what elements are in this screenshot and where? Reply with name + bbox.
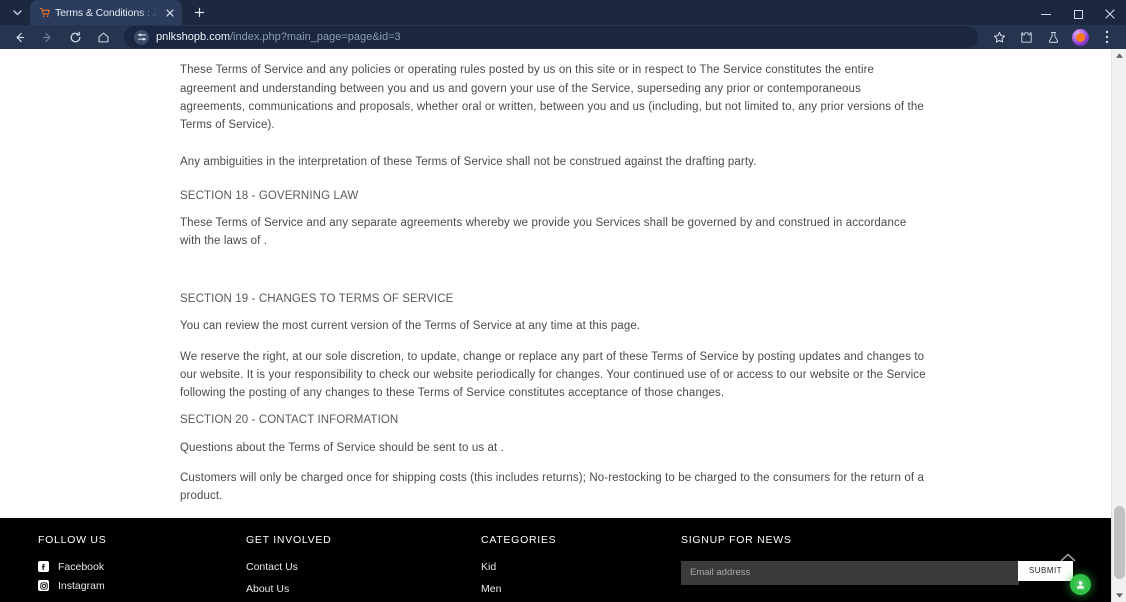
chat-bubble-icon[interactable] — [1070, 574, 1091, 595]
instagram-label: Instagram — [58, 579, 105, 592]
follow-us-heading: FOLLOW US — [38, 533, 107, 546]
footer-link-men[interactable]: Men — [481, 583, 681, 595]
footer-link-contact-us[interactable]: Contact Us — [246, 561, 481, 573]
new-tab-button[interactable] — [186, 1, 212, 25]
section-19-heading: SECTION 19 - CHANGES TO TERMS OF SERVICE — [180, 293, 454, 306]
footer-column-follow: FOLLOW US Facebook Instagram — [38, 534, 246, 602]
tab-strip: Terms & Conditions : Zen Cart! — [0, 0, 1126, 25]
tab-close-icon[interactable] — [162, 5, 178, 21]
social-link-facebook[interactable]: Facebook — [38, 561, 246, 573]
profile-avatar-icon[interactable] — [1067, 25, 1093, 49]
scrollbar-down-arrow[interactable] — [1112, 589, 1126, 602]
footer-column-categories: CATEGORIES Kid Men Women — [481, 534, 681, 602]
page-scrollbar[interactable] — [1111, 49, 1126, 602]
instagram-icon — [38, 580, 49, 592]
terms-content: These Terms of Service and any policies … — [0, 49, 1111, 505]
footer-link-about-us[interactable]: About Us — [246, 583, 481, 595]
minimize-button[interactable] — [1030, 0, 1062, 28]
email-input[interactable] — [681, 560, 1019, 585]
newsletter-form: SUBMIT — [681, 560, 1073, 585]
url-host: pnlkshopb.com — [156, 31, 230, 44]
get-involved-heading: GET INVOLVED — [246, 533, 332, 546]
extensions-puzzle-icon[interactable] — [1013, 25, 1039, 49]
url-path: /index.php?main_page=page&id=3 — [230, 31, 401, 44]
paragraph-1: These Terms of Service and any policies … — [180, 64, 924, 131]
browser-toolbar: pnlkshopb.com/index.php?main_page=page&i… — [0, 25, 1126, 50]
footer-column-get-involved: GET INVOLVED Contact Us About Us Return … — [246, 534, 481, 602]
paragraph-3: These Terms of Service and any separate … — [180, 217, 907, 248]
url-text: pnlkshopb.com/index.php?main_page=page&i… — [156, 31, 401, 43]
bookmark-star-icon[interactable] — [986, 25, 1012, 49]
footer-column-signup: SIGNUP FOR NEWS SUBMIT — [681, 534, 1073, 602]
close-button[interactable] — [1094, 0, 1126, 28]
page-viewport: These Terms of Service and any policies … — [0, 49, 1126, 602]
reload-button[interactable] — [62, 25, 88, 49]
scrollbar-thumb[interactable] — [1114, 506, 1125, 580]
tab-search-button[interactable] — [4, 2, 30, 24]
signup-heading: SIGNUP FOR NEWS — [681, 533, 792, 546]
paragraph-4: You can review the most current version … — [180, 320, 641, 333]
browser-tab[interactable]: Terms & Conditions : Zen Cart! — [30, 0, 182, 25]
tune-sliders-icon[interactable] — [134, 29, 149, 45]
section-18-heading: SECTION 18 - GOVERNING LAW — [180, 190, 359, 203]
back-button[interactable] — [6, 25, 32, 49]
paragraph-2: Any ambiguities in the interpretation of… — [180, 155, 757, 168]
section-20-heading: SECTION 20 - CONTACT INFORMATION — [180, 414, 399, 427]
paragraph-6: Questions about the Terms of Service sho… — [180, 442, 504, 455]
window-controls — [1030, 0, 1126, 28]
forward-button[interactable] — [34, 25, 60, 49]
paragraph-7: Customers will only be charged once for … — [180, 472, 924, 503]
facebook-icon — [38, 561, 49, 573]
categories-heading: CATEGORIES — [481, 533, 557, 546]
footer-link-kid[interactable]: Kid — [481, 561, 681, 573]
social-link-instagram[interactable]: Instagram — [38, 580, 246, 592]
shopping-cart-icon — [38, 7, 50, 19]
address-bar[interactable]: pnlkshopb.com/index.php?main_page=page&i… — [124, 26, 978, 49]
facebook-label: Facebook — [58, 560, 105, 573]
maximize-button[interactable] — [1062, 0, 1094, 28]
home-button[interactable] — [90, 25, 116, 49]
tab-title: Terms & Conditions : Zen Cart! — [55, 6, 157, 19]
scrollbar-up-arrow[interactable] — [1112, 49, 1126, 62]
browser-window: Terms & Conditions : Zen Cart! — [0, 0, 1126, 602]
toolbar-actions — [986, 25, 1120, 49]
scroll-to-top-button[interactable] — [1057, 550, 1079, 564]
web-page: These Terms of Service and any policies … — [0, 49, 1111, 602]
footer-columns: FOLLOW US Facebook Instagram GET INVOLVE… — [38, 534, 1073, 602]
site-footer: FOLLOW US Facebook Instagram GET INVOLVE… — [0, 517, 1111, 602]
paragraph-5: We reserve the right, at our sole discre… — [180, 350, 926, 399]
flask-icon[interactable] — [1040, 25, 1066, 49]
three-dots-menu-icon[interactable] — [1094, 25, 1120, 49]
